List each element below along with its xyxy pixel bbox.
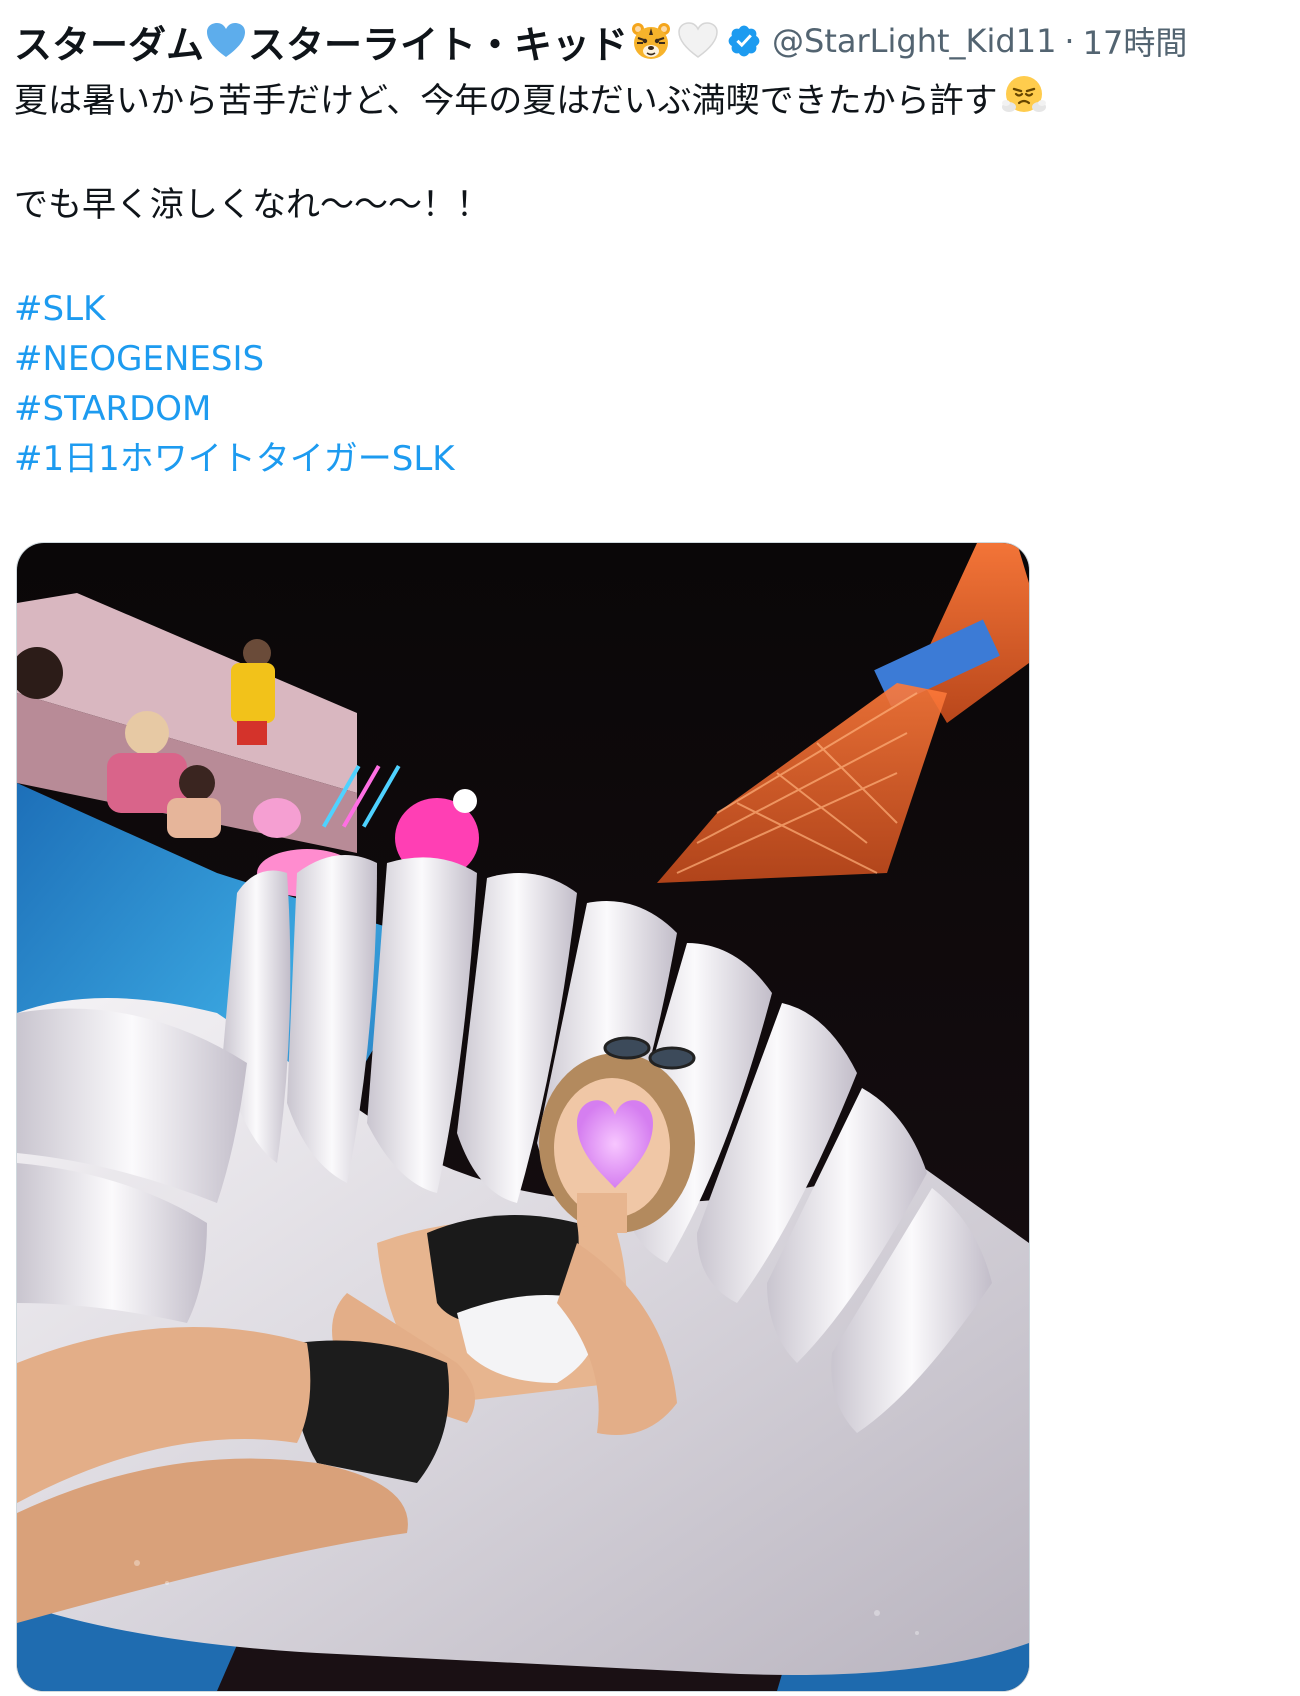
tweet-body: 夏は暑いから苦手だけど、今年の夏はだいぶ満喫できたから許す でも早く涼しくなれ〜… — [14, 76, 1274, 484]
display-name-part1[interactable]: スターダム — [14, 14, 204, 69]
hashtag-link[interactable]: #1日1ホワイトタイガーSLK — [14, 434, 1274, 484]
hashtag-link[interactable]: #NEOGENESIS — [14, 334, 1274, 384]
tiger-face-icon — [630, 20, 672, 62]
tweet-photo[interactable] — [16, 542, 1030, 1692]
tweet: スターダム スターライト・キッド @StarLight_Kid11 · 17時間… — [0, 0, 1300, 1696]
tweet-text-line1-content: 夏は暑いから苦手だけど、今年の夏はだいぶ満喫できたから許す — [14, 81, 998, 121]
separator-dot: · — [1064, 22, 1075, 60]
tweet-text-line2: でも早く涼しくなれ〜〜〜！！ — [14, 185, 490, 225]
display-name-part2[interactable]: スターライト・キッド — [248, 14, 628, 69]
hashtag-link[interactable]: #SLK — [14, 284, 1274, 334]
author-handle[interactable]: @StarLight_Kid11 — [772, 22, 1056, 60]
face-with-steam-icon — [1001, 72, 1046, 130]
photo-illustration — [17, 543, 1029, 1691]
tweet-timestamp[interactable]: 17時間 — [1083, 18, 1188, 64]
blue-heart-icon — [206, 22, 246, 60]
hashtag-link[interactable]: #STARDOM — [14, 384, 1274, 434]
white-heart-icon — [678, 22, 718, 60]
hashtag-list: #SLK #NEOGENESIS #STARDOM #1日1ホワイトタイガーSL… — [14, 284, 1274, 484]
tweet-text-line1: 夏は暑いから苦手だけど、今年の夏はだいぶ満喫できたから許す — [14, 76, 1274, 126]
verified-badge-icon — [726, 23, 762, 59]
tweet-header: スターダム スターライト・キッド @StarLight_Kid11 · 17時間 — [14, 12, 1187, 70]
